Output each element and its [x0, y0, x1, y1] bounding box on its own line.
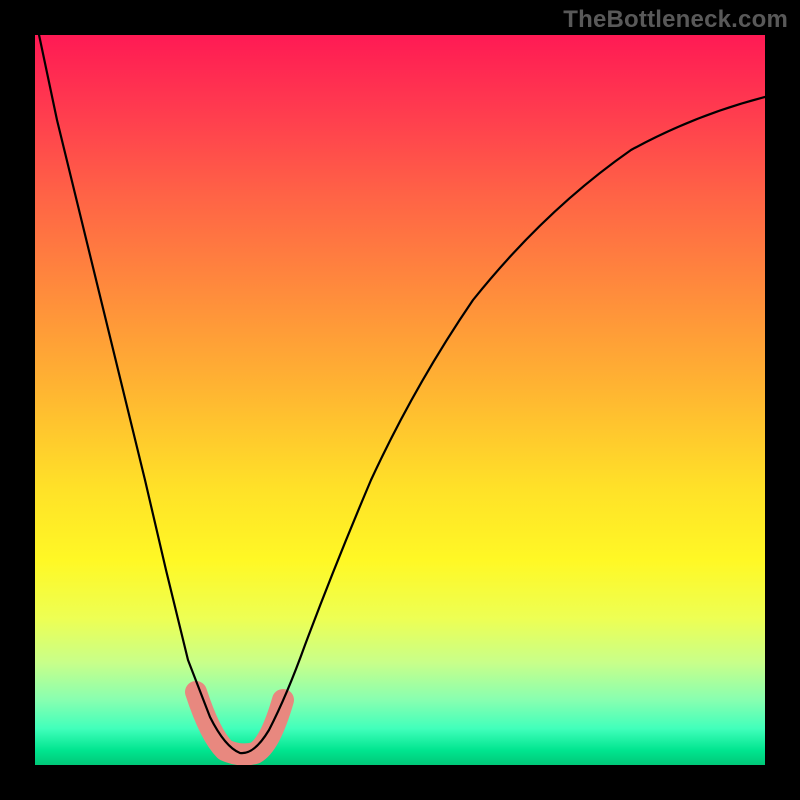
chart-frame: TheBottleneck.com — [0, 0, 800, 800]
watermark-text: TheBottleneck.com — [563, 6, 788, 34]
plot-area — [35, 35, 765, 765]
bottleneck-curve — [35, 35, 765, 765]
